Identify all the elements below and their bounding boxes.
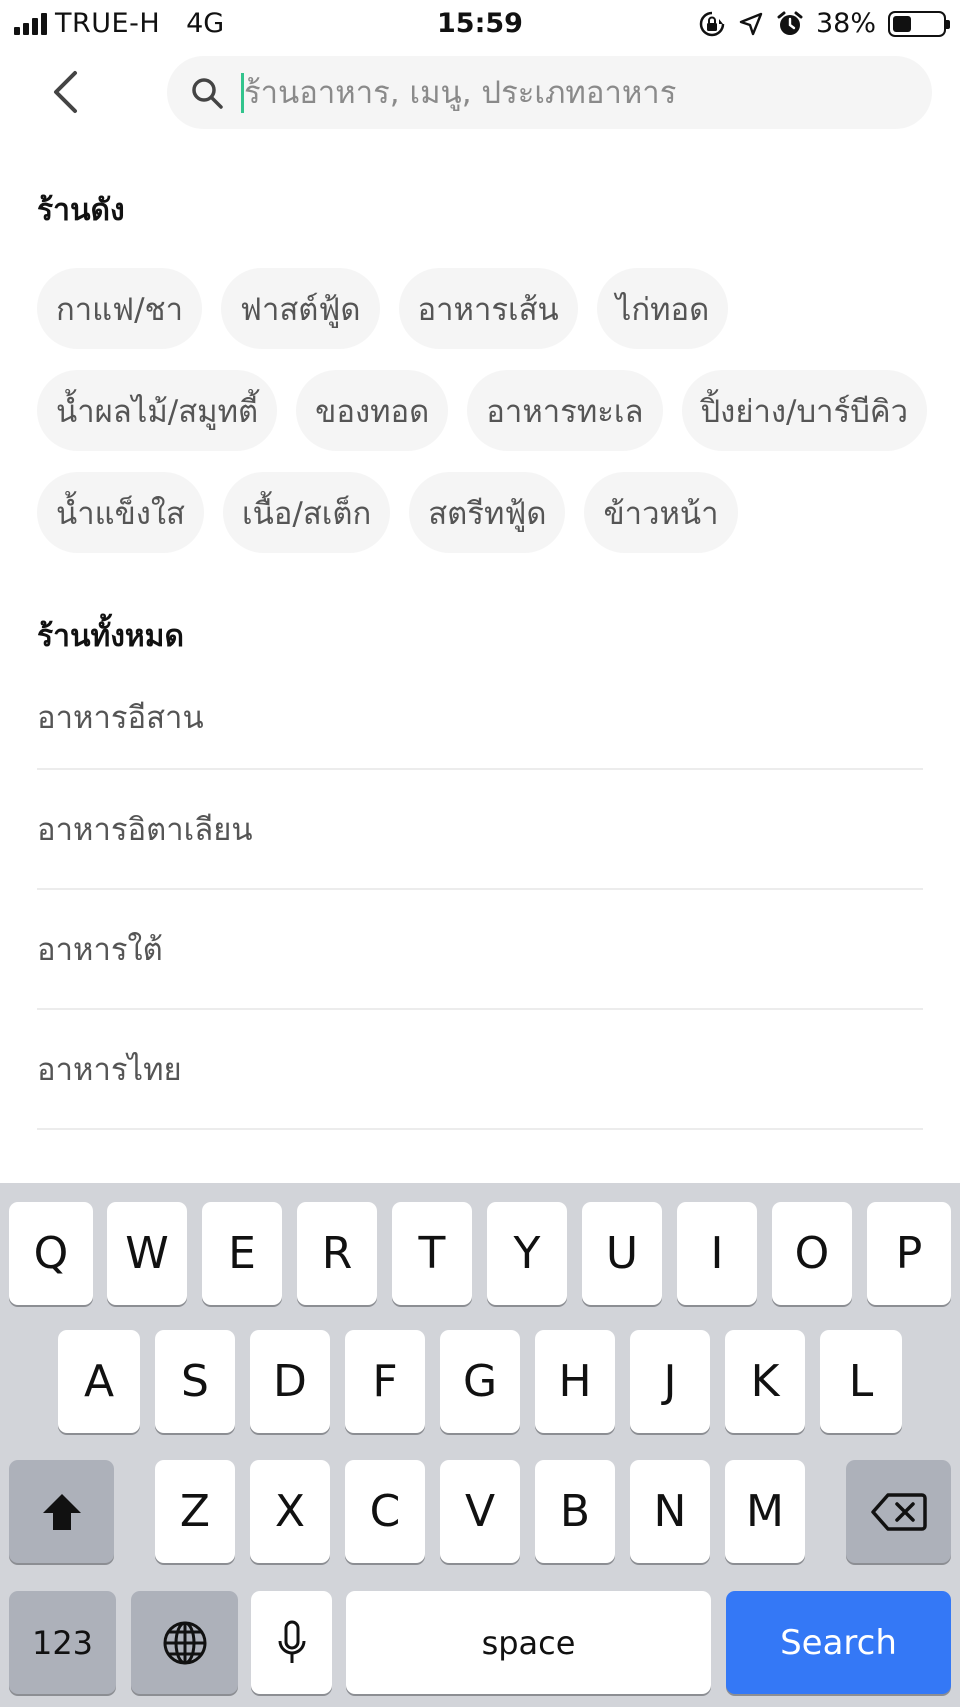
- numbers-key[interactable]: 123: [9, 1591, 116, 1694]
- key-t[interactable]: T: [392, 1202, 472, 1305]
- key-c[interactable]: C: [345, 1460, 425, 1563]
- chip-coffee-tea[interactable]: กาแฟ/ชา: [37, 268, 202, 349]
- search-bar[interactable]: [167, 56, 932, 129]
- chip-row: กาแฟ/ชา ฟาสต์ฟู้ด อาหารเส้น ไก่ทอด: [37, 268, 937, 349]
- key-j[interactable]: J: [630, 1330, 710, 1433]
- chip-steak[interactable]: เนื้อ/สเต็ก: [222, 472, 391, 553]
- key-m[interactable]: M: [725, 1460, 805, 1563]
- chip-fried-food[interactable]: ของทอด: [296, 370, 449, 451]
- chevron-left-icon: [54, 71, 77, 113]
- chip-row: น้ำผลไม้/สมูทตี้ ของทอด อาหารทะเล ปิ้งย่…: [37, 370, 937, 451]
- chip-fast-food[interactable]: ฟาสต์ฟู้ด: [221, 268, 380, 349]
- list-item[interactable]: อาหารอิตาเลียน: [37, 770, 923, 890]
- microphone-icon: [278, 1620, 305, 1663]
- chip-row: น้ำแข็งใส เนื้อ/สเต็ก สตรีทฟู้ด ข้าวหน้า: [37, 472, 937, 553]
- globe-key[interactable]: [131, 1591, 238, 1694]
- all-stores-section-title: ร้านทั้งหมด: [37, 619, 184, 654]
- chip-rice-bowl[interactable]: ข้าวหน้า: [584, 472, 738, 553]
- key-d[interactable]: D: [250, 1330, 330, 1433]
- search-key[interactable]: Search: [726, 1591, 951, 1694]
- key-w[interactable]: W: [107, 1202, 187, 1305]
- battery-icon: [888, 10, 950, 37]
- location-icon: [739, 12, 763, 35]
- battery-fill: [893, 15, 912, 32]
- backspace-key[interactable]: [846, 1460, 951, 1563]
- key-p[interactable]: P: [867, 1202, 951, 1305]
- key-f[interactable]: F: [345, 1330, 425, 1433]
- key-v[interactable]: V: [440, 1460, 520, 1563]
- microphone-key[interactable]: [251, 1591, 332, 1694]
- chip-noodles[interactable]: อาหารเส้น: [398, 268, 578, 349]
- key-r[interactable]: R: [297, 1202, 377, 1305]
- status-right: 38%: [698, 8, 950, 39]
- back-button[interactable]: [40, 62, 90, 122]
- globe-icon: [163, 1621, 206, 1664]
- chip-street-food[interactable]: สตรีทฟู้ด: [409, 472, 566, 553]
- key-b[interactable]: B: [535, 1460, 615, 1563]
- chip-seafood[interactable]: อาหารทะเล: [467, 370, 663, 451]
- battery-percent: 38%: [815, 8, 876, 39]
- list-item[interactable]: อาหารไทย: [37, 1010, 923, 1130]
- key-l[interactable]: L: [820, 1330, 902, 1433]
- shift-icon: [42, 1493, 81, 1530]
- status-bar: TRUE-H 4G 15:59 38%: [0, 0, 960, 50]
- alarm-icon: [777, 11, 803, 35]
- chip-fried-chicken[interactable]: ไก่ทอด: [596, 268, 729, 349]
- popular-chips: กาแฟ/ชา ฟาสต์ฟู้ด อาหารเส้น ไก่ทอด น้ำผล…: [37, 268, 937, 574]
- key-z[interactable]: Z: [155, 1460, 235, 1563]
- search-icon: [187, 73, 227, 113]
- key-u[interactable]: U: [582, 1202, 662, 1305]
- key-s[interactable]: S: [155, 1330, 235, 1433]
- list-item[interactable]: อาหารอีสาน: [37, 665, 923, 770]
- key-g[interactable]: G: [440, 1330, 520, 1433]
- chip-juice-smoothie[interactable]: น้ำผลไม้/สมูทตี้: [37, 370, 278, 451]
- rotation-lock-icon: [699, 11, 725, 36]
- key-h[interactable]: H: [535, 1330, 615, 1433]
- space-key[interactable]: space: [346, 1591, 711, 1694]
- chip-shaved-ice[interactable]: น้ำแข็งใส: [37, 472, 204, 553]
- key-y[interactable]: Y: [487, 1202, 567, 1305]
- chip-bbq[interactable]: ปิ้งย่าง/บาร์บีคิว: [681, 370, 928, 451]
- on-screen-keyboard: Q W E R T Y U I O P A S D F G H J K L Z …: [0, 1183, 960, 1707]
- popular-section-title: ร้านดัง: [37, 193, 125, 228]
- key-e[interactable]: E: [202, 1202, 282, 1305]
- key-a[interactable]: A: [58, 1330, 140, 1433]
- backspace-icon: [870, 1492, 927, 1531]
- search-input[interactable]: [244, 67, 864, 118]
- key-q[interactable]: Q: [9, 1202, 93, 1305]
- all-stores-list: อาหารอีสาน อาหารอิตาเลียน อาหารใต้ อาหาร…: [37, 665, 923, 1130]
- key-o[interactable]: O: [772, 1202, 852, 1305]
- key-x[interactable]: X: [250, 1460, 330, 1563]
- key-k[interactable]: K: [725, 1330, 805, 1433]
- list-item[interactable]: อาหารใต้: [37, 890, 923, 1010]
- shift-key[interactable]: [9, 1460, 114, 1563]
- key-i[interactable]: I: [677, 1202, 757, 1305]
- key-n[interactable]: N: [630, 1460, 710, 1563]
